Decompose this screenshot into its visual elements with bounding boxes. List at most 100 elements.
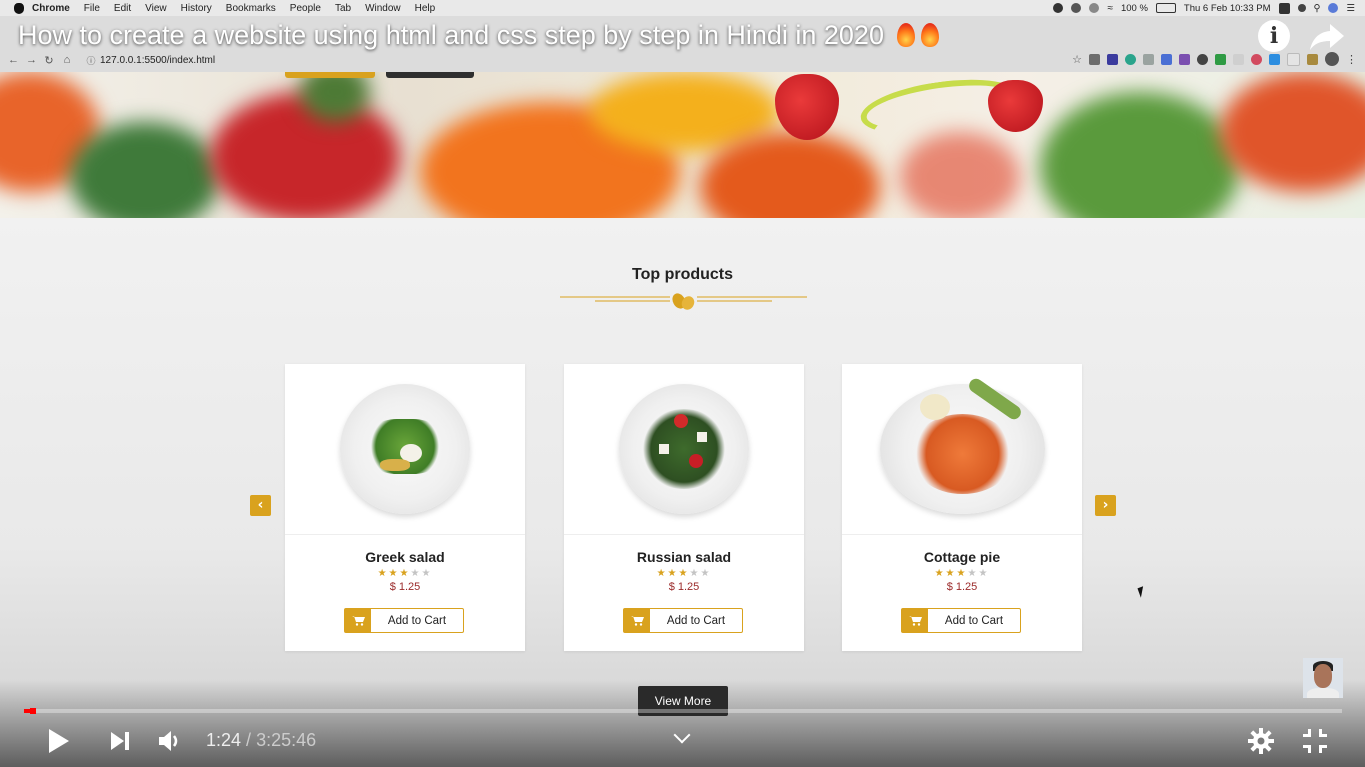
video-title[interactable]: How to create a website using html and c… <box>18 20 940 51</box>
star-empty-icon: ★ <box>421 568 433 579</box>
star-empty-icon: ★ <box>700 568 712 579</box>
extension-icon[interactable] <box>1143 53 1154 65</box>
star-filled-icon: ★ <box>377 568 389 579</box>
extension-icon[interactable] <box>1125 53 1136 65</box>
more-menu-icon[interactable]: ⋮ <box>1346 53 1357 66</box>
extension-icon[interactable] <box>1269 53 1280 65</box>
russian-salad-image <box>619 384 749 514</box>
leaf-divider-icon <box>560 293 807 310</box>
star-filled-icon: ★ <box>945 568 957 579</box>
battery-icon[interactable] <box>1155 3 1176 13</box>
reload-icon[interactable]: ↻ <box>44 54 54 67</box>
apple-icon[interactable] <box>14 2 24 14</box>
menu-window[interactable]: Window <box>365 3 401 14</box>
datetime-label[interactable]: Thu 6 Feb 10:33 PM <box>1184 3 1271 14</box>
bookmark-star-icon[interactable]: ☆ <box>1072 53 1082 66</box>
duration: 3:25:46 <box>256 730 317 750</box>
extension-icon[interactable] <box>1197 53 1208 65</box>
add-to-cart-button[interactable]: Add to Cart <box>344 608 464 633</box>
progress-bar[interactable] <box>24 708 1342 714</box>
siri-icon[interactable] <box>1328 3 1339 13</box>
hero-primary-button[interactable] <box>285 72 375 78</box>
extension-icon[interactable] <box>1179 53 1190 65</box>
forward-icon[interactable]: → <box>26 54 37 66</box>
wifi-icon[interactable]: ≈ <box>1107 3 1113 14</box>
address-bar-row: ← → ↻ ⌂ ⓘ 127.0.0.1:5500/index.html ☆ ⋮ <box>0 50 1365 70</box>
star-empty-icon: ★ <box>967 568 979 579</box>
menu-help[interactable]: Help <box>415 3 436 14</box>
star-filled-icon: ★ <box>656 568 668 579</box>
progress-scrubber[interactable] <box>30 708 36 714</box>
menu-edit[interactable]: Edit <box>114 3 131 14</box>
video-title-text: How to create a website using html and c… <box>18 20 884 50</box>
add-to-cart-label: Add to Cart <box>666 614 726 627</box>
spotlight-icon[interactable]: ⚲ <box>1314 3 1321 14</box>
product-rating: ★★★★★ <box>285 568 525 579</box>
product-rating: ★★★★★ <box>564 568 804 579</box>
info-icon[interactable]: i <box>1258 20 1290 52</box>
back-icon[interactable]: ← <box>8 54 19 66</box>
play-icon[interactable] <box>47 728 71 754</box>
add-to-cart-button[interactable]: Add to Cart <box>901 608 1021 633</box>
extension-icon[interactable] <box>1307 53 1318 65</box>
site-info-icon[interactable]: ⓘ <box>86 54 96 67</box>
profile-avatar-icon[interactable] <box>1325 52 1339 66</box>
menu-people[interactable]: People <box>290 3 321 14</box>
extension-icon[interactable] <box>1089 53 1100 65</box>
time-display: 1:24 / 3:25:46 <box>206 730 316 751</box>
product-image-wrap <box>564 364 804 535</box>
strawberry-image <box>775 74 839 140</box>
url-field[interactable]: 127.0.0.1:5500/index.html <box>100 55 215 66</box>
product-image-wrap <box>285 364 525 535</box>
add-to-cart-label: Add to Cart <box>944 614 1004 627</box>
star-filled-icon: ★ <box>678 568 690 579</box>
mac-menubar: Chrome File Edit View History Bookmarks … <box>0 0 1365 16</box>
notification-center-icon[interactable]: ☰ <box>1346 3 1355 14</box>
cart-icon <box>624 609 650 632</box>
menu-app-name[interactable]: Chrome <box>32 3 70 14</box>
star-filled-icon: ★ <box>399 568 411 579</box>
menu-view[interactable]: View <box>145 3 167 14</box>
current-time: 1:24 <box>206 730 242 750</box>
keyboard-icon[interactable] <box>1278 2 1290 14</box>
cart-icon <box>902 609 928 632</box>
extension-icon[interactable] <box>1251 53 1262 65</box>
status-app-icon[interactable] <box>1053 3 1064 13</box>
cottage-pie-image <box>879 376 1045 514</box>
time-separator: / <box>241 730 257 750</box>
menu-file[interactable]: File <box>84 3 100 14</box>
exit-fullscreen-icon[interactable] <box>1302 728 1328 754</box>
home-icon[interactable]: ⌂ <box>62 54 72 66</box>
menu-history[interactable]: History <box>181 3 212 14</box>
carousel-prev-button[interactable]: ‹ <box>250 495 271 516</box>
cloud-icon[interactable] <box>1071 3 1082 13</box>
extension-icon[interactable] <box>1161 53 1172 65</box>
extension-icon[interactable] <box>1233 53 1244 65</box>
star-empty-icon: ★ <box>410 568 422 579</box>
share-icon[interactable] <box>1310 22 1346 52</box>
carousel-next-button[interactable]: › <box>1095 495 1116 516</box>
extension-icon[interactable] <box>1215 53 1226 65</box>
menu-bookmarks[interactable]: Bookmarks <box>226 3 276 14</box>
menu-tab[interactable]: Tab <box>335 3 351 14</box>
menubar-status: ≈ 100 % Thu 6 Feb 10:33 PM ⚲ ☰ <box>1053 0 1355 16</box>
hero-banner-image <box>0 72 1365 218</box>
extension-icon[interactable] <box>1287 52 1300 66</box>
product-card: Greek salad ★★★★★ $ 1.25 Add to Cart <box>285 364 525 651</box>
star-empty-icon: ★ <box>978 568 990 579</box>
volume-icon[interactable] <box>157 728 183 754</box>
product-price: $ 1.25 <box>946 581 978 593</box>
star-filled-icon: ★ <box>388 568 400 579</box>
product-image-wrap <box>842 364 1082 535</box>
user-icon[interactable] <box>1297 4 1306 12</box>
next-video-icon[interactable] <box>109 730 131 752</box>
add-to-cart-button[interactable]: Add to Cart <box>623 608 743 633</box>
strawberry-image <box>988 80 1043 132</box>
product-price: $ 1.25 <box>389 581 421 593</box>
settings-gear-icon[interactable] <box>1247 727 1275 755</box>
time-machine-icon[interactable] <box>1089 3 1100 13</box>
hero-secondary-button[interactable] <box>386 72 474 78</box>
extension-icon[interactable] <box>1107 53 1118 65</box>
channel-avatar[interactable] <box>1303 658 1343 698</box>
star-filled-icon: ★ <box>667 568 679 579</box>
